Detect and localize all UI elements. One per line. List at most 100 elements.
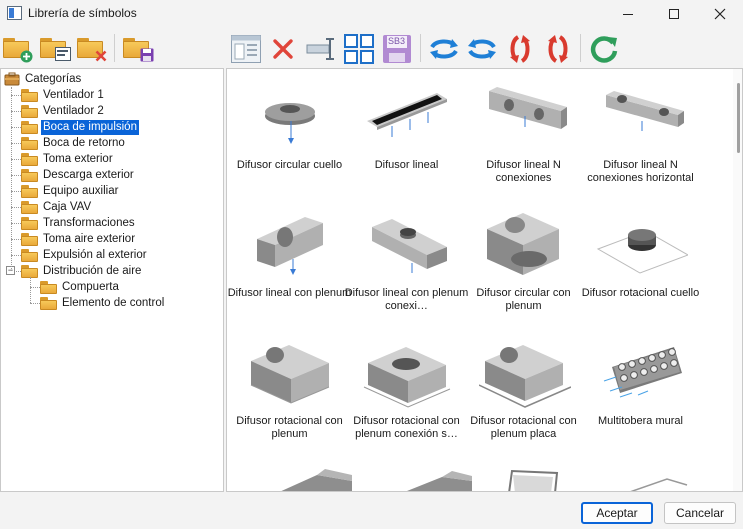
symbol-label: Multitobera mural [598,415,683,427]
symbol-preview-icon [479,345,571,408]
tree-item[interactable]: Caja VAV [21,199,93,215]
symbol-item[interactable]: Difusor rotacional con plenum placa [465,331,582,459]
symbol-preview-icon [250,345,330,404]
symbol-preview-icon [265,103,315,144]
sb3-button[interactable]: SB3 [380,32,412,64]
tree-item[interactable]: Ventilador 2 [21,103,106,119]
symbol-item[interactable]: Difusor rotacional con plenum [231,331,348,459]
mirror-vertical-button[interactable] [541,32,573,64]
insert-icon [306,38,334,60]
symbol-item[interactable]: Difusor lineal N conexiones horizontal [582,75,699,203]
folder-icon [21,201,38,214]
symbol-item[interactable]: Difusor lineal [348,75,465,203]
toolbar-separator [114,34,115,62]
accept-button[interactable]: Aceptar [581,502,653,524]
scrollbar-thumb[interactable] [737,83,740,153]
edit-category-button[interactable] [39,32,71,64]
symbol-item[interactable]: Difusor lineal con plenum conexi… [345,203,468,331]
save-category-button[interactable] [122,32,154,64]
symbol-label: Difusor lineal [374,159,439,171]
symbol-preview-icon [487,213,559,275]
symbol-label: Difusor lineal con plenum [227,287,352,299]
tree-item[interactable]: Equipo auxiliar [21,183,120,199]
tree-item[interactable]: Transformaciones [21,215,137,231]
rotate-vertical-button[interactable] [503,32,535,64]
folder-icon [21,233,38,246]
tree-item[interactable]: Descarga exterior [21,167,136,183]
tree-item[interactable]: Expulsión al exterior [21,247,149,263]
symbol-item[interactable]: Difusor lineal N conexiones [465,75,582,203]
symbol-preview-icon [367,93,447,137]
symbol-label: Difusor circular con plenum [476,287,571,312]
tree-item[interactable]: Toma exterior [21,151,115,167]
refresh-icon [590,36,618,63]
folder-icon [21,217,38,230]
symbol-label: Difusor lineal con plenum conexi… [344,287,469,312]
rotate-horizontal-button[interactable] [427,32,459,64]
title-bar: Librería de símbolos [0,0,743,28]
mirror-horizontal-button[interactable] [465,32,497,64]
next-row-symbols [281,469,688,491]
tree-item-label: Transformaciones [43,216,135,229]
folder-icon [40,281,57,294]
insert-symbol-button[interactable] [304,32,336,64]
tree-item-label: Caja VAV [43,200,92,213]
delete-category-button[interactable] [76,32,108,64]
symbol-grid-scrollbar[interactable] [733,69,742,491]
new-category-button[interactable] [2,32,34,64]
toolbar: SB3 [0,30,743,66]
symbol-item[interactable]: Difusor rotacional con plenum conexión s… [348,331,465,459]
tree-item[interactable]: Distribución de aire [21,263,143,279]
refresh-button[interactable] [587,32,619,64]
tree-item-label: Expulsión al exterior [43,248,147,261]
delete-icon [273,39,293,59]
folder-icon [40,297,57,310]
delete-symbol-button[interactable] [267,32,299,64]
folder-icon [21,105,38,118]
tree-item-label: Distribución de aire [43,264,142,277]
rotate-vertical-icon [510,35,530,63]
symbol-item[interactable]: Multitobera mural [582,331,699,459]
symbol-preview-icon [596,229,688,274]
symbol-label: Difusor circular cuello [236,159,343,171]
minimize-icon [623,13,633,15]
toolbar-separator [580,34,581,62]
tree-item[interactable]: Boca de impulsión [21,119,139,135]
close-icon [714,8,726,20]
symbol-item[interactable]: Difusor lineal con plenum [228,203,351,331]
symbol-grid: Difusor circular cuello Difusor lineal Dif… [226,68,743,492]
tree-item[interactable]: Ventilador 1 [21,87,106,103]
tree-subitem[interactable]: Compuerta [40,279,121,295]
folder-icon [21,89,38,102]
close-button[interactable] [697,0,743,28]
cancel-button[interactable]: Cancelar [664,502,736,524]
maximize-icon [669,9,679,19]
tree-item-label: Equipo auxiliar [43,184,119,197]
tree-item-label: Descarga exterior [43,168,134,181]
toolbar-separator [420,34,421,62]
folder-icon [21,153,38,166]
window-title: Librería de símbolos [28,6,137,20]
symbol-item[interactable]: Difusor circular cuello [231,75,348,203]
sb3-label: SB3 [388,36,406,46]
tree-item[interactable]: Toma aire exterior [21,231,137,247]
dialog-footer: Aceptar Cancelar [0,494,743,529]
minimize-button[interactable] [605,0,651,28]
tree-root-categories[interactable]: Categorías [4,71,83,87]
symbol-item[interactable]: Difusor circular con plenum [465,203,582,331]
symbol-properties-icon [231,35,261,63]
tree-item[interactable]: Boca de retorno [21,135,127,151]
grid-view-button[interactable] [342,32,374,64]
symbol-item[interactable]: Difusor rotacional cuello [582,203,699,331]
symbol-preview-icon [372,219,447,273]
tree-item-label: Toma exterior [43,152,113,165]
symbol-label: Difusor rotacional con plenum conexión s… [353,415,460,440]
symbol-properties-button[interactable] [229,32,261,64]
symbol-preview-icon [489,87,567,129]
tree-item-label: Toma aire exterior [43,232,136,245]
tree-item-label: Boca de impulsión [41,119,139,135]
symbol-label: Difusor rotacional cuello [581,287,700,299]
maximize-button[interactable] [651,0,697,28]
tree-subitem[interactable]: Elemento de control [40,295,166,311]
tree-subitem-label: Compuerta [62,280,119,293]
